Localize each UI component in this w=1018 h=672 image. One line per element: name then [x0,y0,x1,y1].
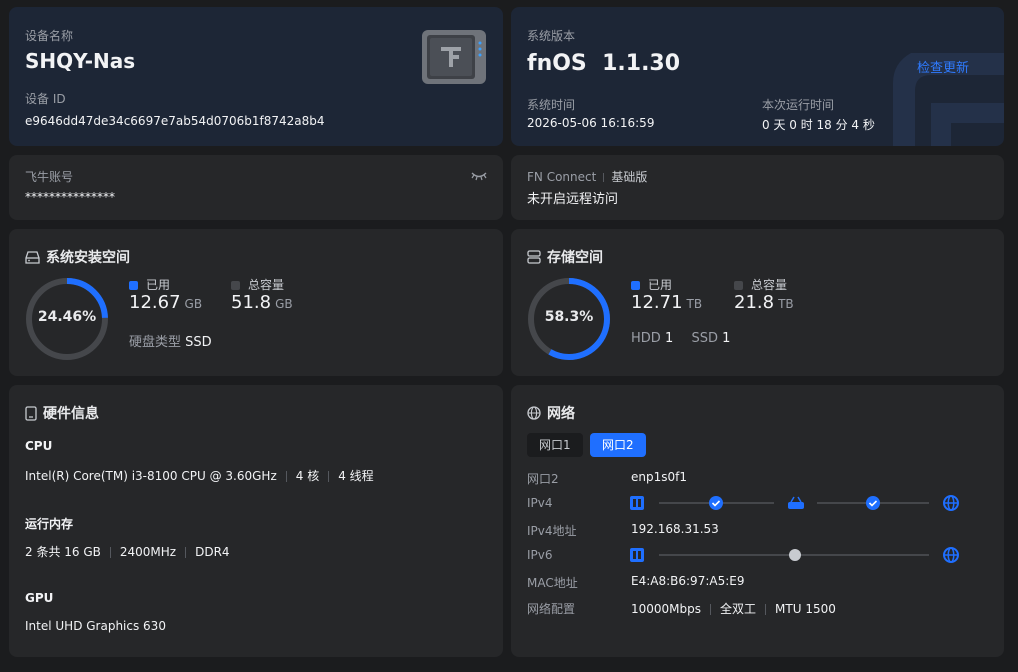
mac-label: MAC地址 [527,576,578,590]
storage-total-value: 21.8 TB [734,292,794,313]
fn-connect-label: FN Connect [527,170,597,184]
ipv6-label: IPv6 [527,548,553,562]
device-id-label: 设备 ID [25,92,66,106]
storage-card: 存储空间 58.3% 已用 12.71 TB 总容量 21.8 TB HDD 1 S… [511,229,1004,376]
nic-icon [630,496,644,510]
system-card: 系统版本 fnOS 1.1.30 检查更新 系统时间 2026-05-06 16… [511,7,1004,146]
system-storage-percent: 24.46% [37,309,97,325]
router-icon [788,496,804,509]
system-storage-total-value: 51.8 GB [231,292,293,313]
uptime: 0 天 0 时 18 分 4 秒 [762,118,875,132]
storage-title-text: 存储空间 [547,250,603,266]
disk-counts: HDD 1 SSD 1 [631,331,731,346]
port-value: enp1s0f1 [631,470,687,484]
memory-info: 2 条共 16 GB 2400MHz DDR4 [25,545,230,559]
ipv4-address: 192.168.31.53 [631,522,719,536]
gpu-info: Intel UHD Graphics 630 [25,619,166,633]
device-name: SHQY-Nas [25,49,136,73]
network-card: 网络 网口1 网口2 网口2 enp1s0f1 IPv4 IPv4地址 192.… [511,385,1004,657]
globe-icon [943,495,959,511]
device-card: 设备名称 SHQY-Nas 设备 ID e9646dd47de34c6697e7… [9,7,503,146]
fn-connect-card: FN Connect 基础版 未开启远程访问 [511,155,1004,220]
mac-address: E4:A8:B6:97:A5:E9 [631,574,745,588]
dashboard: 设备名称 SHQY-Nas 设备 ID e9646dd47de34c6697e7… [0,0,1018,672]
tab-port2[interactable]: 网口2 [590,433,646,457]
uptime-label: 本次运行时间 [762,98,835,112]
disk-type: 硬盘类型 SSD [129,335,212,350]
system-storage-card: 系统安装空间 24.46% 已用 12.67 GB 总容量 51.8 GB 硬盘类型… [9,229,503,376]
port-label: 网口2 [527,472,559,486]
system-storage-used-value: 12.67 GB [129,292,203,313]
status-dot-icon [789,549,801,561]
account-label: 飞牛账号 [25,170,74,184]
storage-used-value: 12.71 TB [631,292,703,313]
cpu-label: CPU [25,439,53,453]
system-storage-used-legend: 已用 [129,276,170,293]
device-id: e9646dd47de34c6697e7ab54d0706b1f8742a8b4 [25,114,325,128]
fn-connect-header: FN Connect 基础版 [527,168,647,185]
hard-drive-icon [25,250,40,264]
device-name-label: 设备名称 [25,29,74,43]
hardware-title: 硬件信息 [25,403,99,423]
hardware-title-text: 硬件信息 [43,406,99,422]
storage-total-legend: 总容量 [734,276,787,293]
system-storage-total-legend: 总容量 [231,276,284,293]
system-version: fnOS 1.1.30 [527,51,681,76]
check-circle-icon [709,496,723,510]
system-storage-title: 系统安装空间 [25,247,130,267]
nas-device-icon [422,30,486,84]
system-version-label: 系统版本 [527,29,576,43]
storage-percent: 58.3% [544,309,594,325]
ipv4-label: IPv4 [527,496,553,510]
hardware-card: 硬件信息 CPU Intel(R) Core(TM) i3-8100 CPU @… [9,385,503,657]
ipv6-path-diagram [630,547,959,563]
network-config: 10000Mbps 全双工 MTU 1500 [631,602,836,616]
account-card: 飞牛账号 *************** [9,155,503,220]
check-circle-icon [866,496,880,510]
storage-server-icon [527,250,541,264]
memory-label: 运行内存 [25,517,74,531]
globe-icon [527,406,541,420]
system-time: 2026-05-06 16:16:59 [527,116,655,130]
system-storage-title-text: 系统安装空间 [46,250,130,266]
device-phone-icon [25,405,37,421]
gpu-label: GPU [25,591,54,605]
network-title: 网络 [527,403,575,423]
ipv4-path-diagram [630,495,959,511]
system-time-label: 系统时间 [527,98,576,112]
fn-connect-edition: 基础版 [611,170,648,184]
account-value: *************** [25,190,115,204]
network-config-label: 网络配置 [527,602,576,616]
network-title-text: 网络 [547,406,575,422]
storage-title: 存储空间 [527,247,603,267]
tab-port1[interactable]: 网口1 [527,433,583,457]
storage-used-legend: 已用 [631,276,672,293]
globe-icon [943,547,959,563]
cpu-info: Intel(R) Core(TM) i3-8100 CPU @ 3.60GHz 4… [25,469,374,483]
eye-closed-icon[interactable] [471,170,487,182]
ipv4-address-label: IPv4地址 [527,524,577,538]
nic-icon [630,548,644,562]
check-update-link[interactable]: 检查更新 [917,57,969,76]
remote-access-status: 未开启远程访问 [527,192,619,207]
